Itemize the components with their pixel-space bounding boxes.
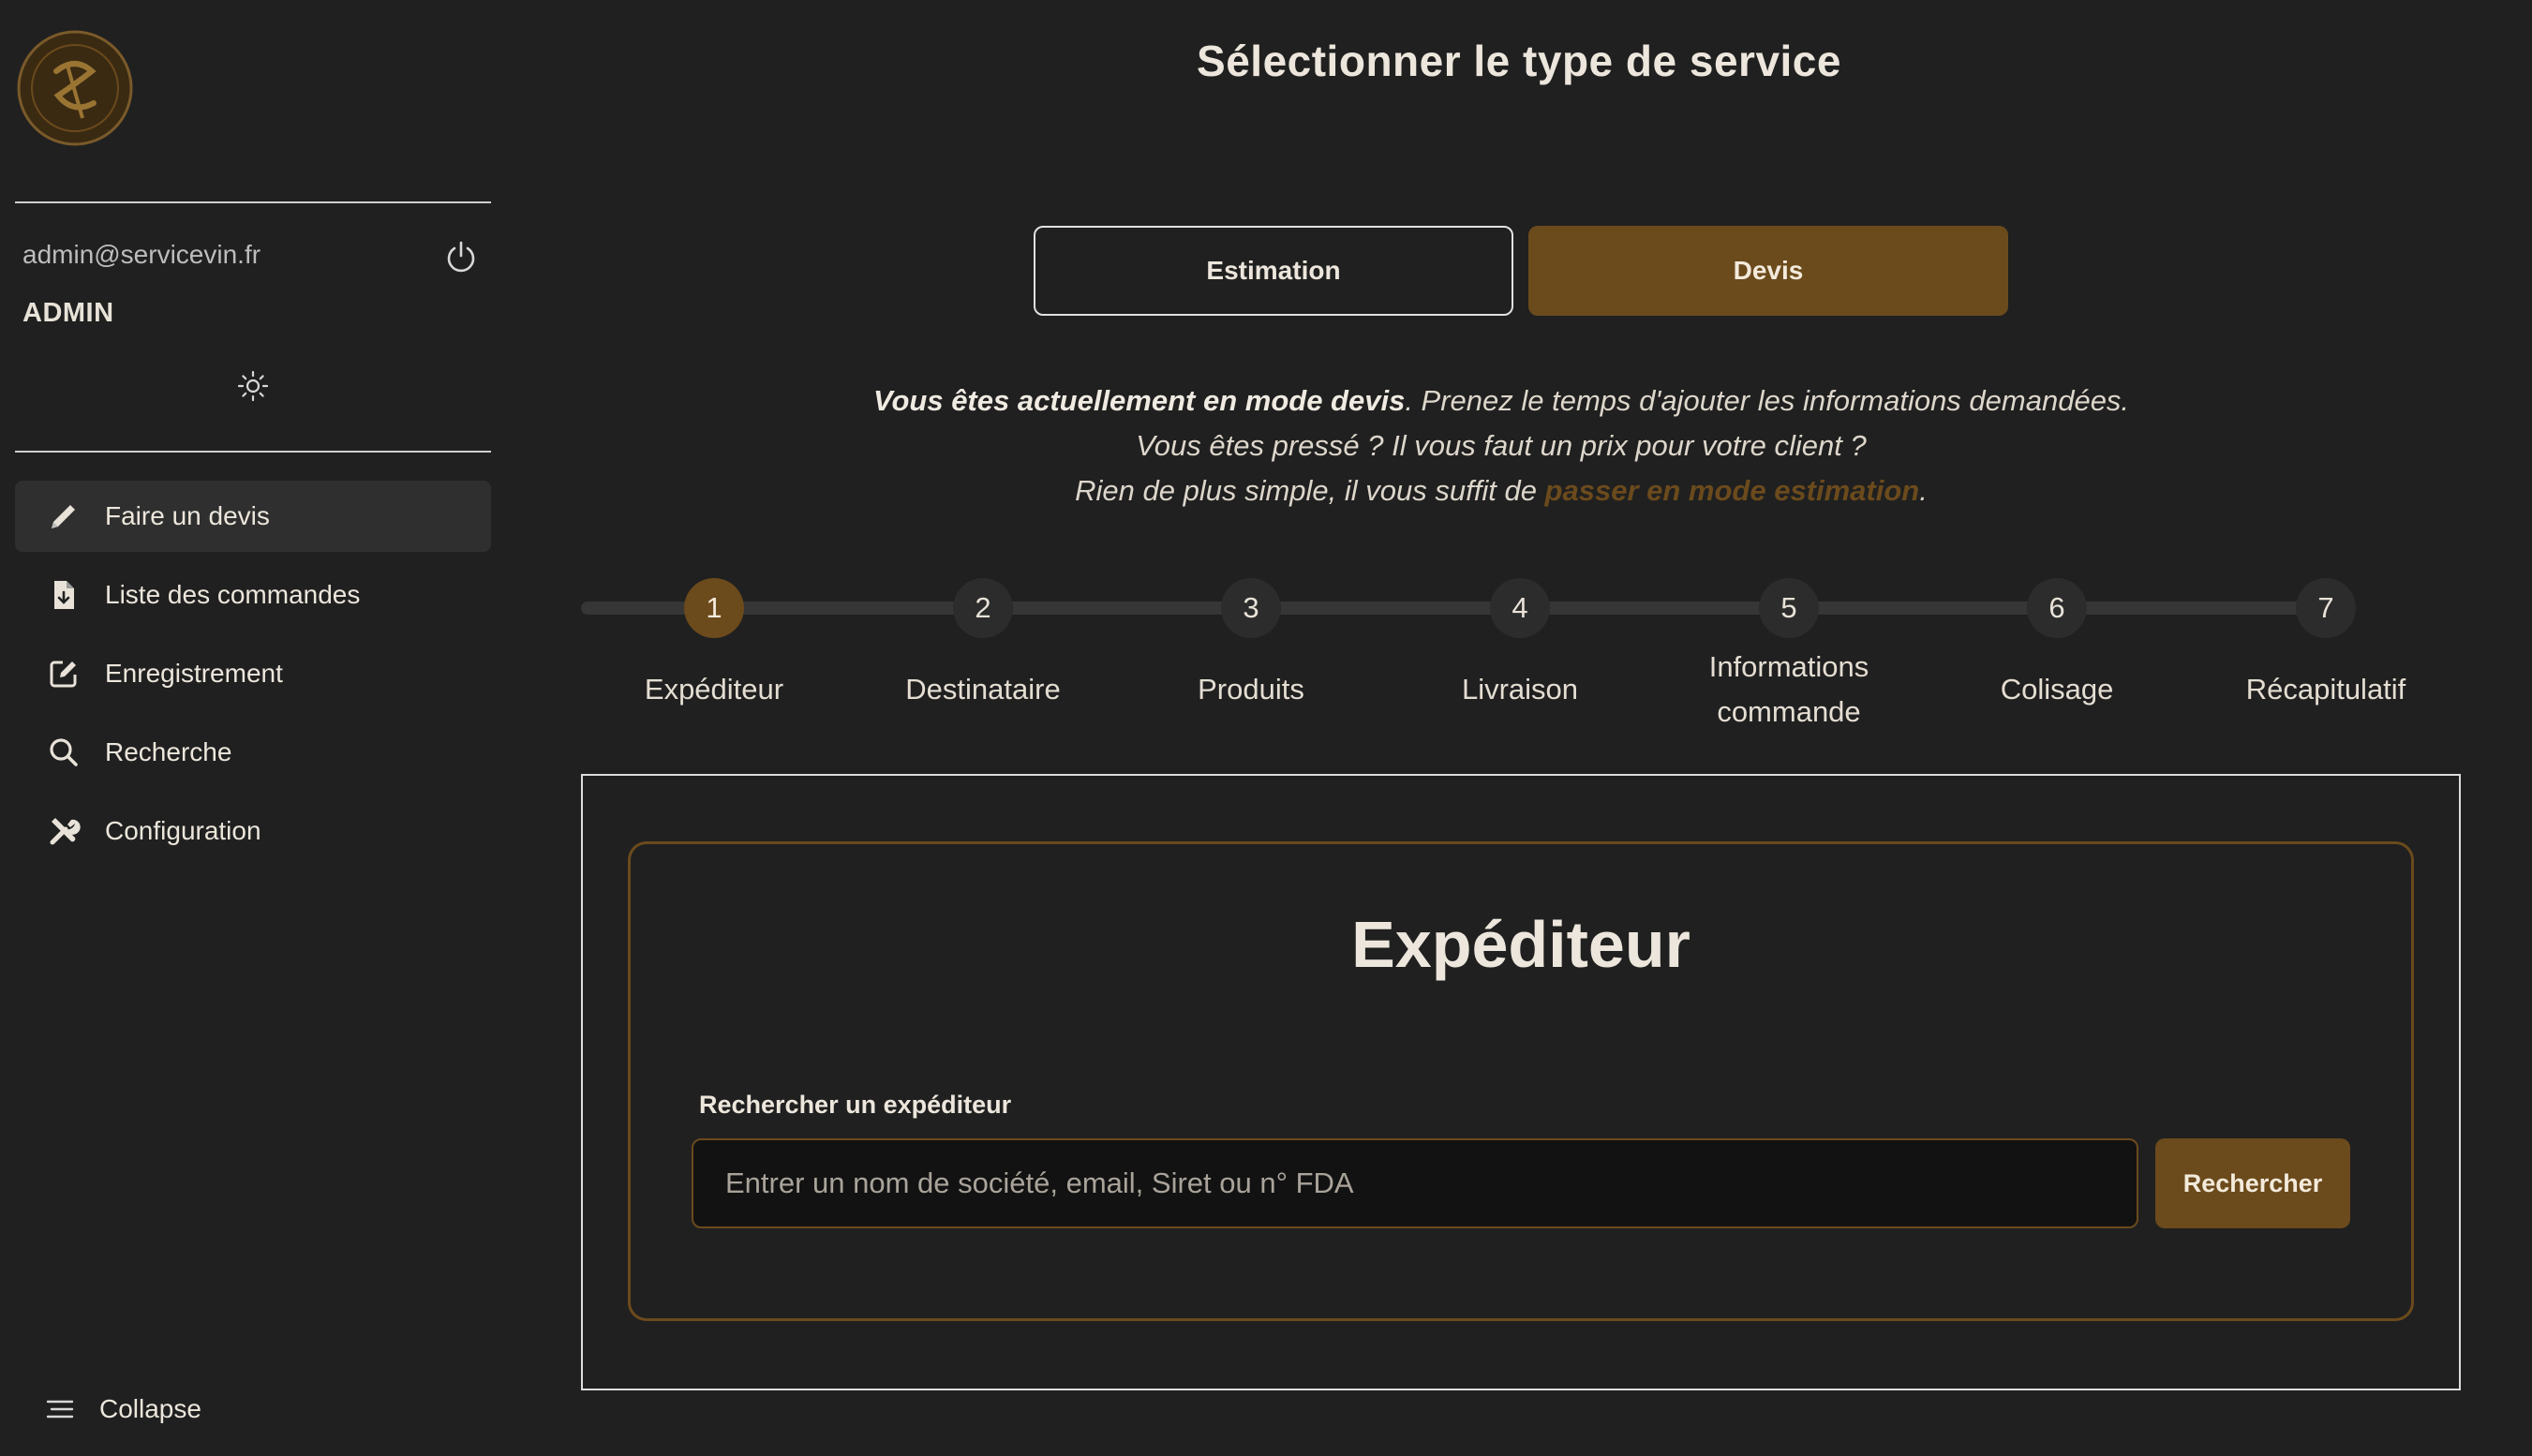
search-icon [45, 734, 82, 771]
page-title: Sélectionner le type de service [1197, 37, 1841, 85]
step-6-circle[interactable]: 6 [2027, 578, 2087, 638]
mode-info-prefix: Rien de plus simple, il vous suffit de [1075, 474, 1545, 507]
nav-label: Recherche [105, 737, 232, 766]
logout-power-icon[interactable] [442, 238, 480, 275]
estimation-button[interactable]: Estimation [1034, 226, 1513, 316]
mode-info-line2: Vous êtes pressé ? Il vous faut un prix … [1136, 429, 1867, 462]
user-email: admin@servicevin.fr [22, 240, 261, 269]
step-2-label[interactable]: Destinataire [852, 667, 1114, 712]
app-root: admin@servicevin.fr ADMIN Faire un devis [0, 0, 2532, 1456]
collapse-button[interactable]: Collapse [45, 1394, 201, 1424]
mode-info-suffix: . [1919, 474, 1928, 507]
devis-button[interactable]: Devis [1528, 226, 2008, 316]
sender-search-input[interactable] [692, 1138, 2138, 1228]
step-5-circle[interactable]: 5 [1759, 578, 1819, 638]
nav-item-liste-des-commandes[interactable]: Liste des commandes [15, 559, 491, 631]
sender-search-button[interactable]: Rechercher [2155, 1138, 2350, 1228]
sidebar-divider [15, 201, 491, 203]
edit-square-icon [45, 655, 82, 692]
step-6-label[interactable]: Colisage [1926, 667, 2188, 712]
nav-label: Configuration [105, 816, 261, 845]
step-2-circle[interactable]: 2 [953, 578, 1013, 638]
nav-label: Liste des commandes [105, 580, 361, 609]
sender-card-title: Expéditeur [1351, 908, 1690, 981]
sidebar: admin@servicevin.fr ADMIN Faire un devis [0, 0, 506, 1456]
pencil-icon [45, 498, 82, 535]
step-3-circle[interactable]: 3 [1221, 578, 1281, 638]
step-4-label[interactable]: Livraison [1389, 667, 1651, 712]
nav-item-recherche[interactable]: Recherche [15, 717, 491, 788]
file-download-icon [45, 576, 82, 614]
mode-info-rest: . Prenez le temps d'ajouter les informat… [1405, 384, 2130, 417]
step-5-label[interactable]: Informations commande [1676, 645, 1901, 735]
nav-item-enregistrement[interactable]: Enregistrement [15, 638, 491, 709]
service-vin-logo [17, 30, 133, 146]
sender-search-label: Rechercher un expéditeur [699, 1091, 1012, 1119]
menu-lines-icon [46, 1400, 74, 1419]
step-7-label[interactable]: Récapitulatif [2195, 667, 2457, 712]
switch-to-estimation-link[interactable]: passer en mode estimation [1545, 474, 1920, 507]
sidebar-divider [15, 451, 491, 453]
nav-label: Enregistrement [105, 659, 283, 688]
tools-icon [45, 812, 82, 850]
mode-info-strong: Vous êtes actuellement en mode devis [872, 384, 1406, 417]
collapse-label: Collapse [99, 1394, 201, 1423]
step-4-circle[interactable]: 4 [1490, 578, 1550, 638]
step-3-label[interactable]: Produits [1120, 667, 1382, 712]
mode-info-text: Vous êtes actuellement en mode devis. Pr… [506, 379, 2496, 513]
nav-label: Faire un devis [105, 501, 270, 530]
nav-item-configuration[interactable]: Configuration [15, 795, 491, 867]
step-7-circle[interactable]: 7 [2296, 578, 2356, 638]
user-role: ADMIN [22, 298, 114, 328]
step-1-circle[interactable]: 1 [684, 578, 744, 638]
step-1-label[interactable]: Expéditeur [583, 667, 845, 712]
nav-item-faire-un-devis[interactable]: Faire un devis [15, 481, 491, 552]
sun-icon[interactable] [234, 367, 272, 405]
